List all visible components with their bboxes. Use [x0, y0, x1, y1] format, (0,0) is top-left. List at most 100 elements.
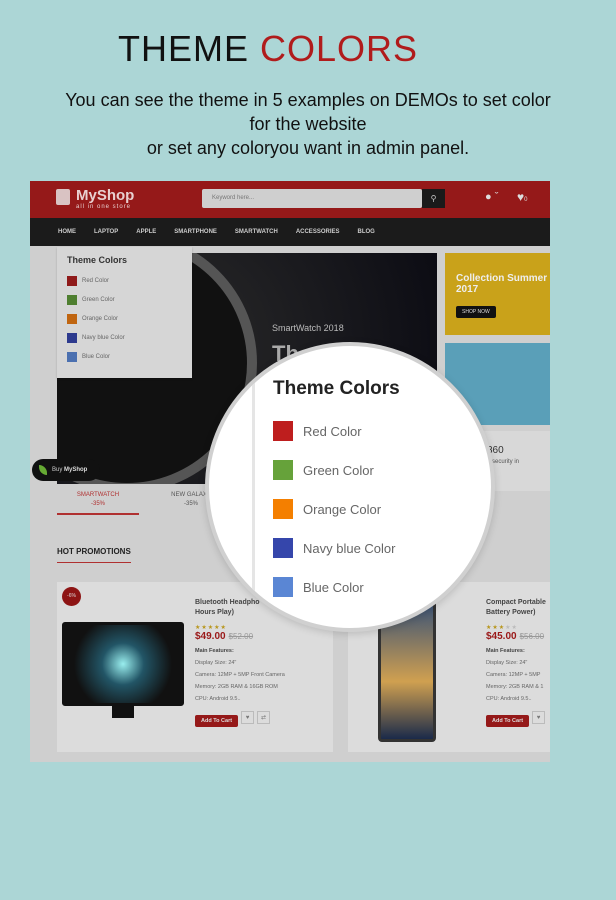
theme-colors-magnifier: Theme Colors Red Color Green Color Orang…	[205, 342, 495, 632]
nav-accessories[interactable]: ACCESSORIES	[296, 229, 340, 235]
buy-myshop-button[interactable]: Buy MyShop	[32, 459, 100, 481]
swatch	[273, 460, 293, 480]
logo-text: MyShop	[76, 187, 135, 204]
swatch	[273, 538, 293, 558]
wishlist-icon[interactable]: ♥	[532, 711, 546, 725]
swatch	[273, 577, 293, 597]
nav-blog[interactable]: BLOG	[358, 229, 375, 235]
magnifier-title: Theme Colors	[273, 378, 400, 399]
banner-collection[interactable]: Collection Summer 2017 SHOP NOW	[445, 253, 550, 335]
old-price: $56.00	[519, 632, 545, 641]
nav-home[interactable]: HOME	[58, 229, 76, 235]
color-option-red[interactable]: Red Color	[67, 276, 109, 286]
option-label: Green Color	[82, 297, 115, 303]
product-price: $49.00 $52.00	[195, 631, 285, 642]
option-label: Red Color	[303, 423, 362, 439]
product-image	[62, 622, 184, 706]
wishlist-icon[interactable]: ♥0	[517, 190, 527, 204]
description-line: for the website	[249, 114, 367, 134]
swatch	[67, 314, 77, 324]
option-label: Blue Color	[82, 354, 111, 360]
color-option-orange[interactable]: Orange Color	[67, 314, 118, 324]
search-button[interactable]: ⚲	[422, 189, 445, 208]
add-to-cart-button[interactable]: Add To Cart	[195, 715, 239, 727]
heading-part1: THEME	[117, 28, 260, 69]
main-nav: HOME LAPTOP APPLE SMARTPHONE SMARTWATCH …	[30, 218, 550, 246]
slider-subtitle: SmartWatch 2018	[272, 323, 344, 333]
option-label: Red Color	[82, 278, 110, 284]
features-title: Main Features:	[486, 648, 525, 654]
tab-smartwatch[interactable]: SMARTWATCH -35%	[57, 488, 139, 515]
wishlist-count: 0	[524, 197, 528, 203]
shop-now-button[interactable]: SHOP NOW	[456, 306, 496, 318]
add-to-cart-button[interactable]: Add To Cart	[486, 715, 530, 727]
page-heading: THEME COLORS	[0, 28, 536, 70]
price: $45.00	[486, 631, 517, 642]
discount-badge: -6%	[62, 587, 81, 606]
description-line: You can see the theme in 5 examples on D…	[65, 90, 551, 110]
divider	[252, 346, 255, 628]
tab-discount: -35%	[90, 501, 105, 507]
nav-laptop[interactable]: LAPTOP	[94, 229, 118, 235]
product-name[interactable]: Compact Portable	[486, 598, 546, 608]
description-line: or set any coloryou want in admin panel.	[146, 138, 470, 158]
shop-logo[interactable]: MyShop all in one store	[76, 187, 134, 210]
color-option-orange[interactable]: Orange Color	[273, 499, 381, 519]
nav-smartphone[interactable]: SMARTPHONE	[174, 229, 217, 235]
user-icon[interactable]: ● ˇ	[485, 191, 498, 203]
leaf-icon	[39, 465, 47, 475]
feature: Memory: 2GB RAM & 1	[486, 684, 544, 690]
swatch	[67, 352, 77, 362]
heading-accent: COLORS	[259, 28, 419, 69]
swatch	[67, 333, 77, 343]
swatch	[67, 295, 77, 305]
shop-logo-icon	[56, 189, 70, 205]
buy-brand: MyShop	[64, 467, 88, 473]
feature: Camera: 12MP + 5MP	[486, 672, 541, 678]
option-label: Orange Color	[303, 501, 382, 517]
color-option-blue[interactable]: Blue Color	[273, 577, 364, 597]
feature: Display Size: 24"	[486, 660, 528, 666]
features-title: Main Features:	[195, 648, 234, 654]
feature: Memory: 2GB RAM & 16GB ROM	[195, 684, 278, 690]
swatch	[67, 276, 77, 286]
color-option-navy[interactable]: Navy blue Color	[273, 538, 396, 558]
feature: Camera: 12MP + 5MP Front Camera	[195, 672, 285, 678]
color-option-green[interactable]: Green Color	[67, 295, 115, 305]
tab-name: SMARTWATCH	[76, 492, 120, 498]
search-input[interactable]: Keyword here...	[202, 189, 422, 208]
option-label: Navy blue Color	[303, 540, 396, 556]
buy-label: Buy	[52, 467, 63, 473]
option-label: Green Color	[303, 462, 374, 478]
monitor-stand	[112, 706, 134, 718]
color-option-navy[interactable]: Navy blue Color	[67, 333, 125, 343]
option-label: Navy blue Color	[82, 335, 125, 341]
price: $49.00	[195, 631, 226, 642]
option-label: Blue Color	[303, 579, 364, 595]
compare-icon[interactable]: ⇄	[257, 711, 271, 725]
nav-apple[interactable]: APPLE	[136, 229, 156, 235]
shop-header: MyShop all in one store Keyword here... ⚲…	[30, 181, 550, 218]
product-price: $45.00 $56.00	[486, 631, 546, 642]
swatch	[273, 421, 293, 441]
nav-smartwatch[interactable]: SMARTWATCH	[235, 229, 278, 235]
color-option-green[interactable]: Green Color	[273, 460, 374, 480]
dropdown-title: Theme Colors	[67, 255, 128, 265]
banner-title: Collection Summer 2017	[456, 273, 548, 295]
old-price: $52.00	[228, 632, 254, 641]
option-label: Orange Color	[82, 316, 119, 322]
rating-stars: ★★★★★	[486, 625, 518, 631]
color-option-blue[interactable]: Blue Color	[67, 352, 110, 362]
theme-colors-dropdown: Theme Colors Red Color Green Color Orang…	[57, 247, 192, 378]
color-option-red[interactable]: Red Color	[273, 421, 362, 441]
swatch	[273, 499, 293, 519]
feature: Display Size: 24"	[195, 660, 237, 666]
logo-tagline: all in one store	[76, 204, 132, 210]
section-title: HOT PROMOTIONS	[57, 547, 131, 563]
product-name-cont[interactable]: Hours Play)	[195, 608, 285, 618]
product-name-cont[interactable]: Battery Power)	[486, 608, 546, 618]
wishlist-icon[interactable]: ♥	[241, 711, 255, 725]
feature: CPU: Android 9.5..	[195, 696, 241, 702]
rating-stars: ★★★★★	[195, 625, 227, 631]
feature: CPU: Android 9.5..	[486, 696, 532, 702]
